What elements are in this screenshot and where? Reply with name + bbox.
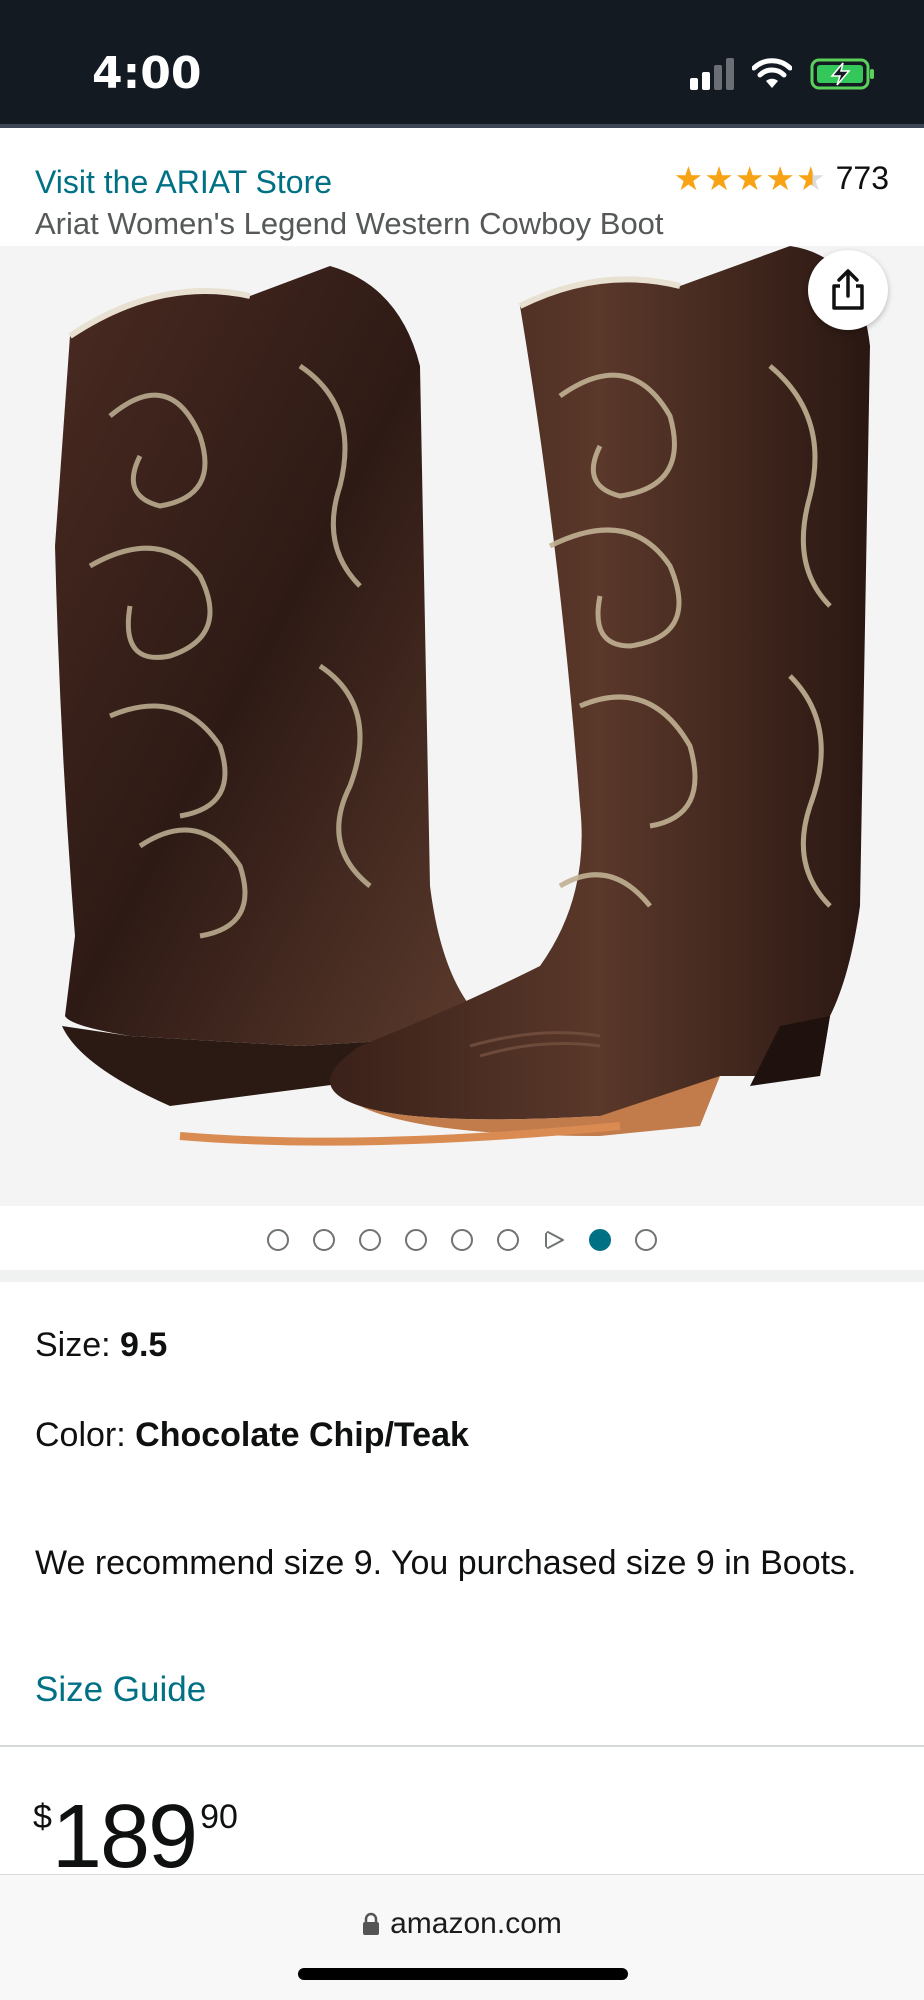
browser-url-bar[interactable]: amazon.com <box>0 1874 924 2000</box>
rating-stars: ★ ★ ★ ★ ★ <box>673 159 826 197</box>
star-icon: ★ <box>673 159 704 197</box>
product-image[interactable] <box>0 246 924 1206</box>
status-time: 4:00 <box>92 48 202 99</box>
signal-icon <box>690 58 734 90</box>
image-dot[interactable] <box>405 1229 427 1251</box>
store-row: Visit the ARIAT Store ★ ★ ★ ★ ★ 773 <box>35 160 889 200</box>
size-recommendation: We recommend size 9. You purchased size … <box>35 1544 857 1582</box>
size-label: Size: <box>35 1326 121 1364</box>
price-fraction: 90 <box>200 1798 238 1836</box>
rating-count[interactable]: 773 <box>836 160 889 197</box>
size-selection[interactable]: Size: 9.5 <box>35 1326 167 1365</box>
star-icon: ★ <box>734 159 765 197</box>
price-symbol: $ <box>33 1798 52 1836</box>
image-dot-active[interactable] <box>589 1229 611 1251</box>
star-icon: ★ <box>765 159 796 197</box>
visit-store-link[interactable]: Visit the ARIAT Store <box>35 164 332 201</box>
battery-charging-icon <box>810 58 874 90</box>
price: $ 189 90 <box>33 1792 238 1882</box>
divider <box>0 1745 924 1747</box>
star-icon: ★ <box>704 159 734 197</box>
image-dot[interactable] <box>497 1229 519 1251</box>
video-play-icon[interactable] <box>543 1229 565 1251</box>
status-divider <box>0 124 924 128</box>
size-guide-link[interactable]: Size Guide <box>35 1670 206 1710</box>
half-star-icon: ★ <box>796 159 826 197</box>
lock-icon <box>363 1912 380 1935</box>
product-title: Ariat Women's Legend Western Cowboy Boot <box>35 206 664 241</box>
boots-illustration <box>55 246 870 1146</box>
share-icon <box>832 269 864 310</box>
status-icons <box>690 54 876 94</box>
price-whole: 189 <box>51 1787 198 1887</box>
size-value: 9.5 <box>120 1326 168 1364</box>
status-bar: 4:00 <box>0 0 924 124</box>
color-selection[interactable]: Color: Chocolate Chip/Teak <box>35 1416 469 1455</box>
share-button[interactable] <box>808 250 888 330</box>
image-dot[interactable] <box>451 1229 473 1251</box>
image-dot[interactable] <box>359 1229 381 1251</box>
image-pagination <box>0 1224 924 1256</box>
image-dot[interactable] <box>313 1229 335 1251</box>
image-dot[interactable] <box>267 1229 289 1251</box>
section-divider <box>0 1270 924 1282</box>
rating[interactable]: ★ ★ ★ ★ ★ 773 <box>674 160 889 197</box>
image-dot[interactable] <box>635 1229 657 1251</box>
url-text: amazon.com <box>390 1907 562 1940</box>
home-indicator[interactable] <box>298 1968 628 1980</box>
url-display[interactable]: amazon.com <box>0 1907 924 1941</box>
wifi-icon <box>752 58 792 88</box>
color-label: Color: <box>35 1416 136 1454</box>
color-value: Chocolate Chip/Teak <box>135 1416 469 1454</box>
